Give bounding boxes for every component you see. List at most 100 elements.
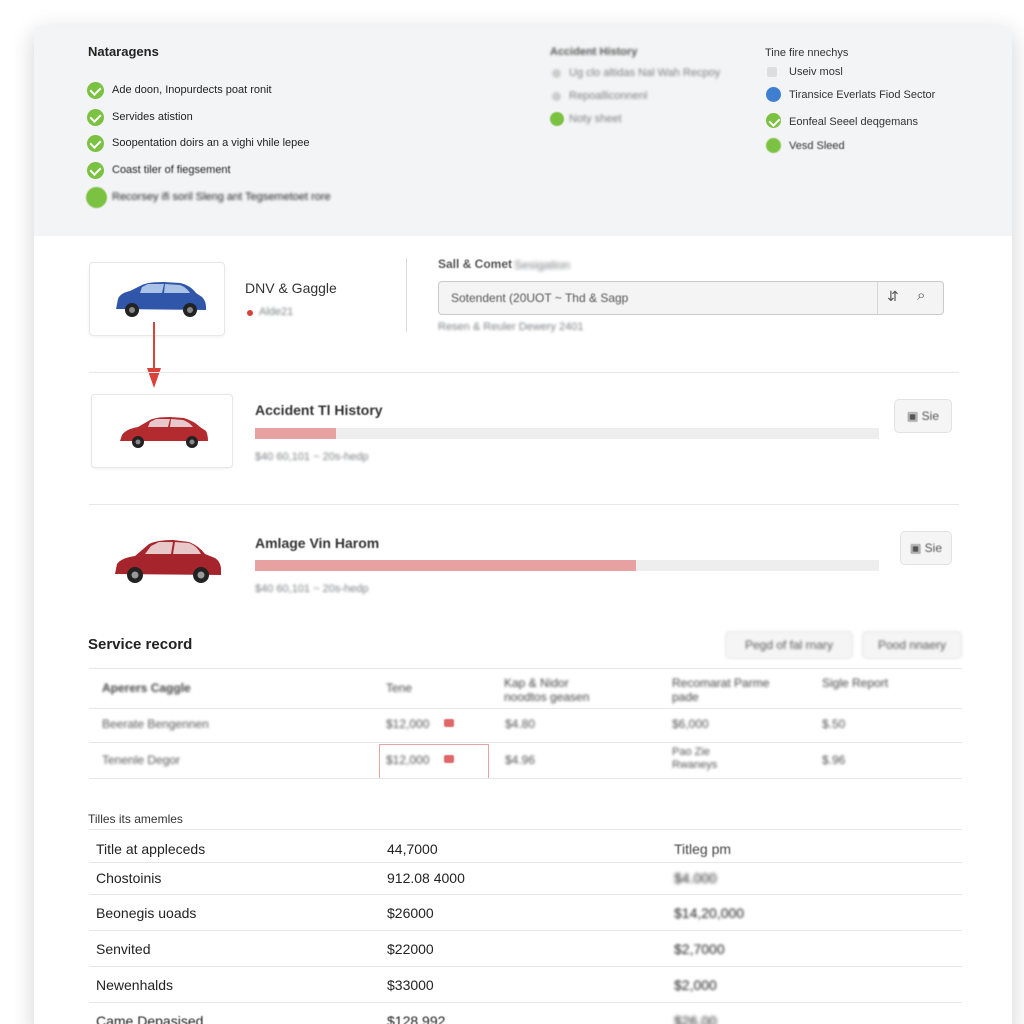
divider [89,504,959,505]
title-item: Useiv mosl [789,66,843,78]
table-cell: $.50 [822,717,846,731]
header-title: Nataragens [88,44,159,59]
checklist-item: Servides atistion [112,111,193,123]
history-progress-fill [255,428,337,439]
divider [89,930,962,931]
report-sheet: Nataragens Ade doon, Inopurdects poat ro… [34,26,1012,1024]
accident-column-title: Accident History [550,46,638,58]
search-icon[interactable]: ⌕ [917,287,925,304]
summary-label: Came Depasised [96,1013,204,1024]
car-icon [115,540,221,583]
history-progress-track [255,560,879,571]
summary-label: Newenhalds [96,977,174,993]
summary-title: Tilles its amemles [88,812,183,826]
divider [89,708,962,709]
checklist-item: Recorsey ifi soril Sleng ant Tegsemetoet… [112,191,331,203]
search-input-value: Sotendent (20UOT ~ Thd & Sagp [451,291,629,305]
checklist-item: Ade doon, Inopurdects poat ronit [112,84,272,96]
search-label: Sall & Comet [438,257,513,271]
document-icon: ▣ [909,541,925,555]
accident-item: Noty sheet [569,113,622,125]
vehicle-status: Alde21 [259,306,294,318]
accident-item: Repoalliconnenl [569,90,648,102]
table-cell: Tenenle Degor [102,753,181,767]
divider [877,282,878,314]
table-cell: $.96 [822,753,846,767]
divider [89,1002,962,1003]
accident-item: Ug clo altidas Nal Wah Recpoy [569,67,721,79]
title-column-title: Tine fire nnechys [765,47,849,59]
table-header: Aperers Caggle [102,681,191,695]
flag-icon [444,719,454,727]
title-item: Tiransice Everlats Fiod Sector [789,89,936,101]
check-icon [766,113,781,128]
status-dot-icon [550,112,564,126]
flag-icon [444,755,454,763]
table-cell: $6,000 [672,717,709,731]
divider [406,258,407,332]
info-icon [766,87,781,102]
check-icon [87,162,104,179]
arrow-down-icon [147,322,161,388]
summary-value: $26,00 [674,1013,717,1024]
summary-value: 44,7000 [387,841,438,857]
summary-label: Beonegis uoads [96,905,197,921]
summary-value: $14,20,000 [674,905,745,921]
title-item: Vesd Sleed [789,140,845,152]
history-progress-track [255,428,879,439]
summary-label: Title at appleceds [96,841,206,857]
check-icon [87,109,104,126]
summary-value: $2,7000 [674,941,725,957]
table-header: Kap & Nidor noodtos geasen [504,676,590,704]
table-header: Sigle Report [822,676,889,690]
summary-label: Chostoinis [96,870,162,886]
table-header: Recomarat Parme pade [672,676,770,704]
table-header: Tene [386,681,413,695]
divider [89,742,962,743]
summary-value: $4.000 [674,870,717,886]
car-icon [120,417,208,448]
table-cell: Beerate Bengennen [102,717,209,731]
table-cell: $4.80 [505,717,536,731]
document-icon: ▣ [906,409,922,423]
view-history-button[interactable]: ▣ Sie [900,531,952,565]
status-dot-icon [247,310,253,316]
history-title: Amlage Vin Harom [255,535,380,551]
history-meta: $40 60,101 ~ 20s-hedp [255,451,369,463]
divider [89,966,962,967]
view-history-button-label: Sie [924,541,942,555]
table-cell: Pao Zie Rwaneys [672,746,718,771]
status-dot-icon [86,187,107,208]
divider [89,778,962,779]
search-input[interactable]: Sotendent (20UOT ~ Thd & Sagp ⇵ ⌕ [438,281,944,315]
table-cell: $12,000 [386,753,430,767]
view-history-button[interactable]: ▣ Sie [894,399,952,433]
table-cell: $12,000 [386,717,430,731]
divider [89,829,962,830]
summary-value: Titleg pm [674,841,732,857]
summary-value: $33000 [387,977,434,993]
divider [89,862,962,863]
view-history-button-label: Sie [921,409,939,423]
service-report-button[interactable]: Pood nnaery [862,631,962,659]
history-meta: $40 60,101 ~ 20s-hedp [255,583,369,595]
summary-label: Senvited [96,941,151,957]
header-panel: Nataragens Ade doon, Inopurdects poat ro… [34,26,1012,236]
summary-value: $2,000 [674,977,717,993]
box-icon [767,67,777,77]
summary-value: 912.08 4000 [387,870,465,886]
title-item: Eonfeal Seeel deqgemans [789,116,919,128]
sort-icon[interactable]: ⇵ [887,288,899,305]
service-filter-button[interactable]: Pegd of fal rnary [725,631,853,659]
service-title: Service record [88,636,193,653]
bullet-icon [552,69,561,78]
divider [89,372,959,373]
divider [89,894,962,895]
search-hint: Resen & Reuler Dewery 2401 [438,321,584,333]
history-title: Accident Tl History [255,402,383,418]
summary-value: $128,992 [387,1013,446,1024]
history-thumbnail [91,526,231,598]
status-dot-icon [766,138,781,153]
bullet-icon [552,92,561,101]
summary-value: $22000 [387,941,434,957]
